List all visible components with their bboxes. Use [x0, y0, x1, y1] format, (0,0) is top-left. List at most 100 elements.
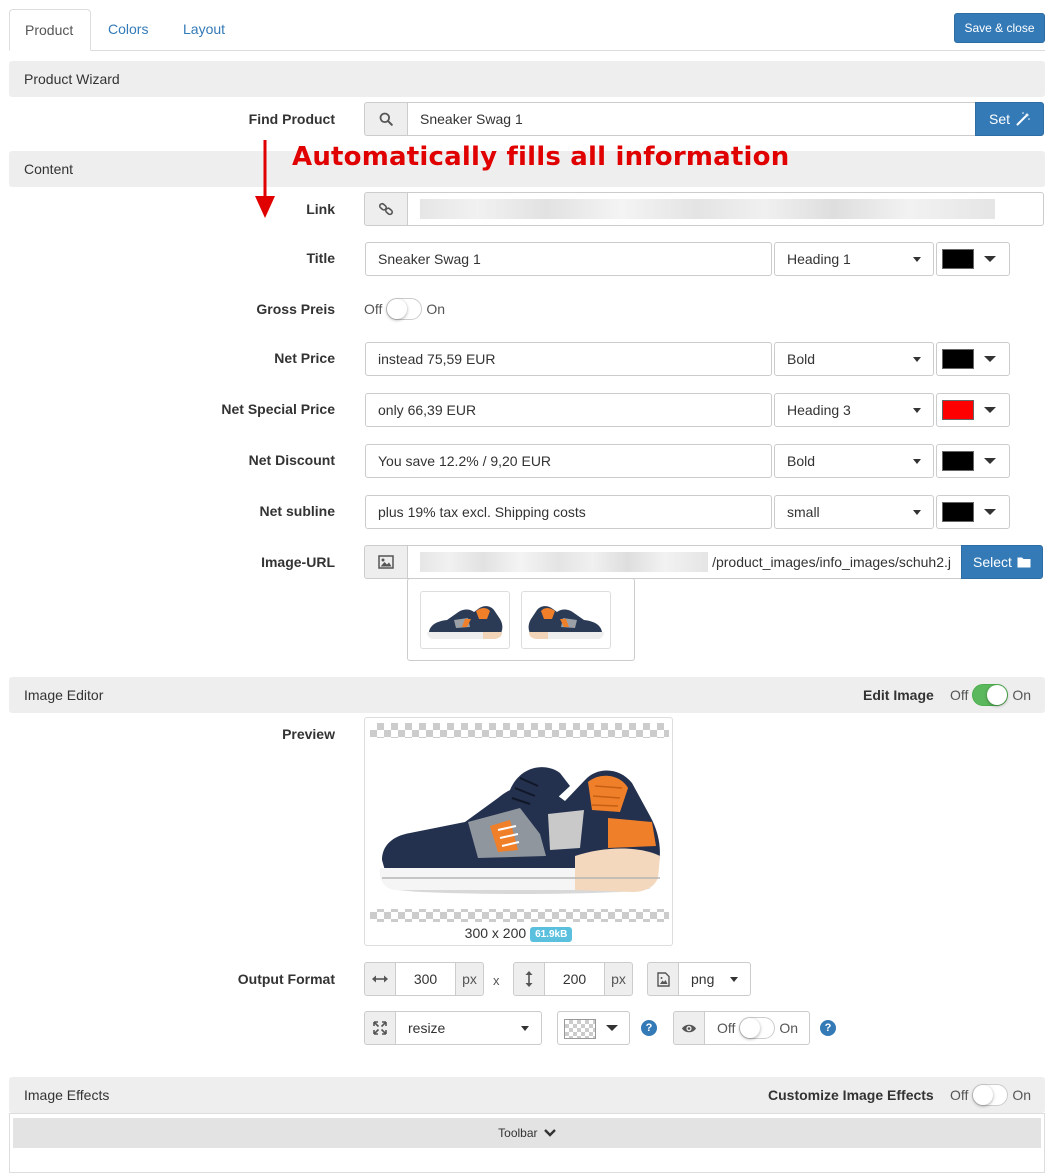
width-input[interactable]: 300 [395, 962, 456, 996]
net-special-price-label: Net Special Price [221, 401, 335, 417]
resize-mode-select[interactable]: resize [395, 1011, 542, 1045]
visibility-toggle[interactable]: Off On [717, 1017, 798, 1039]
toggle-switch[interactable] [386, 298, 423, 320]
tab-bar: Product Colors Layout [9, 9, 1045, 51]
color-swatch [942, 349, 974, 369]
net-price-label: Net Price [274, 350, 335, 366]
title-style-select[interactable]: Heading 1 [774, 242, 934, 276]
set-button[interactable]: Set [975, 102, 1044, 136]
times-symbol: x [493, 973, 500, 988]
toggle-on-label: On [1012, 1087, 1032, 1103]
resize-mode-value: resize [408, 1020, 446, 1036]
tab-colors[interactable]: Colors [93, 9, 163, 51]
chevron-down-icon [521, 1026, 529, 1031]
edit-image-toggle[interactable]: Off On [950, 684, 1031, 706]
select-image-button[interactable]: Select [961, 545, 1043, 579]
magic-wand-icon [1016, 112, 1030, 126]
color-swatch [942, 502, 974, 522]
arrow-down-icon [255, 140, 275, 218]
color-swatch [942, 400, 974, 420]
toggle-off-label: Off [364, 301, 383, 317]
net-price-input[interactable]: instead 75,59 EUR [365, 342, 772, 376]
net-discount-style-value: Bold [787, 453, 816, 469]
toggle-off-label: Off [717, 1020, 736, 1036]
net-price-style-value: Bold [787, 351, 816, 367]
width-arrows-icon [364, 962, 396, 996]
width-unit: px [455, 962, 484, 996]
help-icon[interactable]: ? [641, 1020, 657, 1036]
net-special-price-style-value: Heading 3 [787, 402, 851, 418]
tab-layout[interactable]: Layout [168, 9, 240, 51]
net-discount-label: Net Discount [248, 452, 335, 468]
net-special-price-input[interactable]: only 66,39 EUR [365, 393, 772, 427]
output-format-label: Output Format [237, 971, 335, 987]
redacted-link [420, 199, 995, 219]
net-subline-style-select[interactable]: small [774, 495, 934, 529]
tab-product[interactable]: Product [9, 9, 91, 51]
chevron-down-icon [984, 356, 996, 362]
sneaker-thumbnail-image [427, 606, 503, 639]
chevron-down-icon [913, 408, 921, 413]
find-product-input[interactable]: Sneaker Swag 1 [407, 102, 977, 136]
preview-panel: 300 x 200 61.9kB [364, 717, 673, 946]
toggle-on-label: On [426, 301, 446, 317]
search-icon [364, 102, 408, 136]
chevron-down-icon [984, 407, 996, 413]
folder-icon [1017, 557, 1031, 568]
sneaker-thumbnail-image [528, 606, 604, 639]
gross-preis-toggle[interactable]: Off On [364, 298, 445, 320]
toggle-switch[interactable] [972, 684, 1009, 706]
customize-effects-toggle[interactable]: Off On [950, 1084, 1031, 1106]
preview-info: 300 x 200 61.9kB [365, 925, 672, 942]
chevron-down-icon [913, 459, 921, 464]
height-arrows-icon [513, 962, 545, 996]
chevron-down-icon [984, 256, 996, 262]
toolbar-label: Toolbar [498, 1126, 538, 1140]
title-label: Title [306, 250, 335, 266]
height-unit: px [604, 962, 633, 996]
chevron-down-icon [913, 257, 921, 262]
net-price-color-picker[interactable] [936, 342, 1010, 376]
chevron-down-icon [913, 357, 921, 362]
format-value: png [691, 971, 715, 987]
file-image-icon [647, 962, 679, 996]
edit-image-label: Edit Image [863, 687, 934, 703]
format-select[interactable]: png [678, 962, 751, 996]
background-picker[interactable] [557, 1011, 630, 1045]
thumbnail-1[interactable] [420, 591, 510, 649]
height-input[interactable]: 200 [544, 962, 605, 996]
thumbnail-2[interactable] [521, 591, 611, 649]
preview-canvas [370, 723, 669, 922]
color-swatch [942, 249, 974, 269]
title-color-picker[interactable] [936, 242, 1010, 276]
net-price-style-select[interactable]: Bold [774, 342, 934, 376]
net-special-price-color-picker[interactable] [936, 393, 1010, 427]
chevron-down-icon [984, 509, 996, 515]
redacted-url [420, 552, 708, 572]
save-close-button[interactable]: Save & close [954, 13, 1045, 43]
toggle-switch[interactable] [972, 1084, 1009, 1106]
net-special-price-style-select[interactable]: Heading 3 [774, 393, 934, 427]
preview-label: Preview [282, 726, 335, 742]
chevron-down-icon [543, 1129, 556, 1137]
customize-effects-label: Customize Image Effects [768, 1087, 934, 1103]
toggle-on-label: On [1012, 687, 1032, 703]
chevron-down-icon [913, 510, 921, 515]
visibility-toggle-box: Off On [704, 1011, 810, 1045]
net-subline-color-picker[interactable] [936, 495, 1010, 529]
net-subline-input[interactable]: plus 19% tax excl. Shipping costs [365, 495, 772, 529]
toolbar-toggle[interactable]: Toolbar [13, 1118, 1041, 1148]
expand-icon [364, 1011, 396, 1045]
net-discount-color-picker[interactable] [936, 444, 1010, 478]
title-style-value: Heading 1 [787, 251, 851, 267]
annotation-text: Automatically fills all information [292, 142, 790, 172]
section-product-wizard: Product Wizard [9, 61, 1045, 97]
select-button-label: Select [973, 554, 1012, 570]
link-label: Link [306, 201, 335, 217]
title-input[interactable]: Sneaker Swag 1 [365, 242, 772, 276]
net-discount-input[interactable]: You save 12.2% / 9,20 EUR [365, 444, 772, 478]
chevron-down-icon [606, 1025, 618, 1031]
toggle-switch[interactable] [739, 1017, 776, 1039]
help-icon[interactable]: ? [820, 1020, 836, 1036]
net-discount-style-select[interactable]: Bold [774, 444, 934, 478]
